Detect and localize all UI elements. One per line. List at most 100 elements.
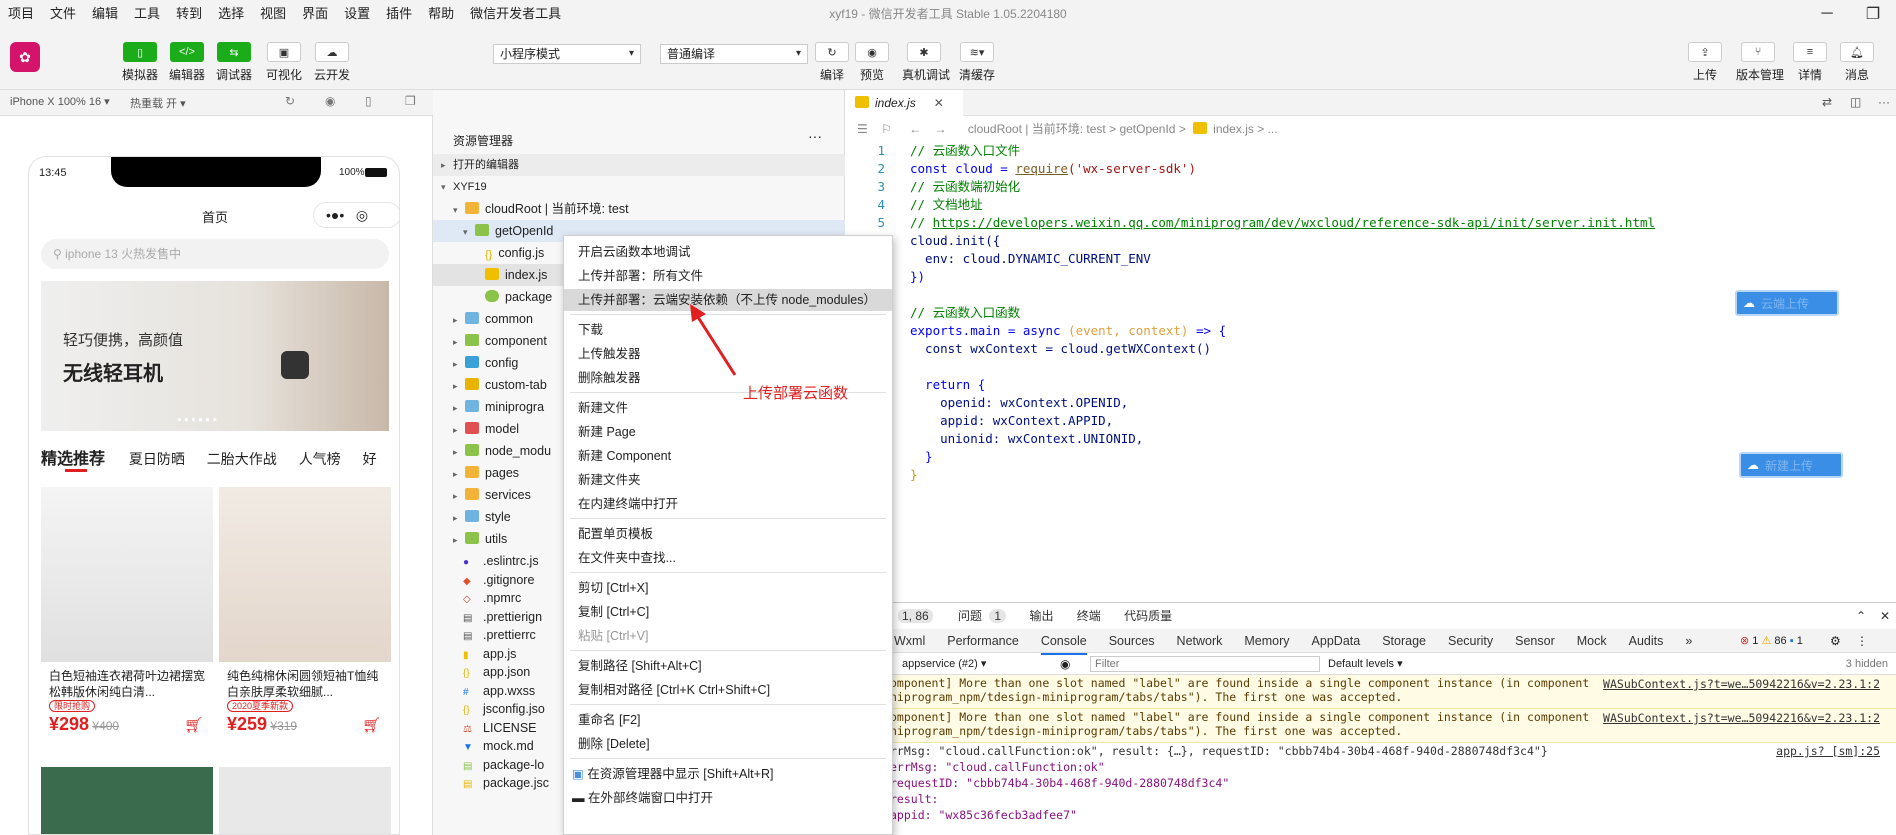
code-line[interactable]: 3// 云函数端初始化 xyxy=(845,178,1020,196)
phone-icon[interactable]: ▯ xyxy=(365,94,372,108)
real-device-debug-button[interactable]: ✱ 真机调试 xyxy=(902,42,950,83)
hotreload-select[interactable]: 热重载 开 ▾ xyxy=(130,95,186,111)
tree-item-folder[interactable]: ▸ utils xyxy=(433,528,507,550)
close-icon[interactable]: ✕ xyxy=(934,96,944,110)
ctx-open-terminal[interactable]: 在内建终端中打开 xyxy=(564,493,892,515)
editor-button[interactable]: </> 编辑器 xyxy=(165,42,209,83)
ctx-copy-path[interactable]: 复制路径 [Shift+Alt+C] xyxy=(564,655,892,677)
tree-item-folder[interactable]: ▸ config xyxy=(433,352,518,374)
details-button[interactable]: ≡ 详情 xyxy=(1788,42,1832,83)
tree-item-folder[interactable]: ▸ custom-tab xyxy=(433,374,547,396)
tree-item-file[interactable]: {} config.js xyxy=(433,242,544,264)
tab-security[interactable]: Security xyxy=(1448,629,1493,653)
tab-output[interactable]: 输出 xyxy=(1029,609,1053,623)
more-tabs-icon[interactable]: » xyxy=(1685,629,1692,653)
tree-item-file[interactable]: ▤ package.jsc xyxy=(433,772,549,794)
error-count-badge[interactable]: 1, 86 xyxy=(898,609,933,623)
menu-settings[interactable]: 设置 xyxy=(336,0,378,28)
code-line[interactable]: }) xyxy=(910,268,925,286)
bookmark-icon[interactable]: ⚐ xyxy=(881,122,892,136)
split-editor-icon[interactable]: ◫ xyxy=(1850,95,1861,109)
code-line[interactable]: exports.main = async (event, context) =>… xyxy=(910,322,1226,340)
ctx-delete[interactable]: 删除 [Delete] xyxy=(564,733,892,755)
tab-wxml[interactable]: Wxml xyxy=(894,629,925,653)
cloud-upload-button[interactable]: ☁ 云端上传 xyxy=(1735,290,1839,316)
tab-memory[interactable]: Memory xyxy=(1244,629,1289,653)
cart-icon[interactable]: 🛒︎ xyxy=(362,716,381,734)
source-link[interactable]: WASubContext.js?t=we…50942216&v=2.23.1:2 xyxy=(1603,677,1880,691)
tree-item-folder[interactable]: ▸ miniprogra xyxy=(433,396,544,418)
banner[interactable]: 轻巧便携，高颜值 无线轻耳机 ● ● ● ● ● ● xyxy=(41,281,389,431)
open-editors-section[interactable]: ▸ 打开的编辑器 xyxy=(433,154,845,176)
tab-terminal[interactable]: 终端 xyxy=(1077,609,1101,623)
ctx-new-page[interactable]: 新建 Page xyxy=(564,421,892,443)
product-card[interactable]: 纯色纯棉休闲圆领短袖T恤纯白亲肤厚柔软细腻... 2020夏季新款 ¥259 ¥… xyxy=(219,487,391,737)
ctx-open-external-terminal[interactable]: ▬ 在外部终端窗口中打开 xyxy=(564,787,892,809)
menu-interface[interactable]: 界面 xyxy=(294,0,336,28)
clear-cache-button[interactable]: ≋▾ 清缓存 xyxy=(955,42,999,83)
tab-sensor[interactable]: Sensor xyxy=(1515,629,1555,653)
code-line[interactable]: } xyxy=(910,466,918,484)
ctx-cut[interactable]: 剪切 [Ctrl+X] xyxy=(564,577,892,599)
tab-audits[interactable]: Audits xyxy=(1629,629,1664,653)
more-icon[interactable]: ··· xyxy=(1878,95,1890,109)
ctx-copy[interactable]: 复制 [Ctrl+C] xyxy=(564,601,892,623)
cloud-upload-button[interactable]: ☁ 新建上传 xyxy=(1739,452,1843,478)
compile-select[interactable]: 普通编译 xyxy=(660,44,808,64)
preview-button[interactable]: ◉ 预览 xyxy=(850,42,894,83)
filter-input[interactable] xyxy=(1090,656,1320,672)
tab-featured[interactable]: 精选推荐 xyxy=(41,451,105,468)
more-icon[interactable]: ··· xyxy=(808,128,822,144)
doc-link[interactable]: https://developers.weixin.qq.com/minipro… xyxy=(933,215,1655,230)
tab-problems[interactable]: 问题 xyxy=(958,609,982,623)
upload-button[interactable]: ⇪ 上传 xyxy=(1683,42,1727,83)
code-line[interactable]: return { xyxy=(910,376,985,394)
tab-performance[interactable]: Performance xyxy=(947,629,1019,653)
tab-storage[interactable]: Storage xyxy=(1382,629,1426,653)
menu-goto[interactable]: 转到 xyxy=(168,0,210,28)
tab-network[interactable]: Network xyxy=(1177,629,1223,653)
tree-item-folder[interactable]: ▸ services xyxy=(433,484,531,506)
tab-appdata[interactable]: AppData xyxy=(1312,629,1361,653)
stop-icon[interactable]: ◉ xyxy=(325,94,335,108)
ctx-new-folder[interactable]: 新建文件夹 xyxy=(564,469,892,491)
context-select[interactable]: appservice (#2) ▾ xyxy=(902,653,986,675)
tree-item-folder[interactable]: ▸ common xyxy=(433,308,533,330)
reload-icon[interactable]: ↻ xyxy=(285,94,295,108)
code-line[interactable]: const wxContext = cloud.getWXContext() xyxy=(910,340,1211,358)
device-select[interactable]: iPhone X 100% 16 ▾ xyxy=(10,95,110,108)
menu-select[interactable]: 选择 xyxy=(210,0,252,28)
ctx-find-in-folder[interactable]: 在文件夹中查找... xyxy=(564,547,892,569)
code-line[interactable]: 5// https://developers.weixin.qq.com/min… xyxy=(845,214,1655,232)
tab-more[interactable]: 好 xyxy=(363,451,377,467)
code-line[interactable]: // 云函数入口函数 xyxy=(910,304,1020,322)
ctx-reveal-explorer[interactable]: ▣ 在资源管理器中显示 [Shift+Alt+R] xyxy=(564,763,892,785)
ctx-page-template[interactable]: 配置单页模板 xyxy=(564,523,892,545)
tab-second-child[interactable]: 二胎大作战 xyxy=(207,451,277,467)
tree-item-folder[interactable]: ▸ component xyxy=(433,330,547,352)
product-card[interactable]: 白色短袖连衣裙荷叶边裙摆宽松韩版休闲纯白清... 限时抢购 ¥298 ¥400 🛒… xyxy=(41,487,213,737)
code-line[interactable]: openid: wxContext.OPENID, xyxy=(910,394,1128,412)
source-link[interactable]: WASubContext.js?t=we…50942216&v=2.23.1:2 xyxy=(1603,711,1880,725)
version-button[interactable]: ⑂ 版本管理 xyxy=(1736,42,1784,83)
compare-icon[interactable]: ⇄ xyxy=(1822,95,1832,109)
mode-select[interactable]: 小程序模式 xyxy=(493,44,641,64)
eye-icon[interactable]: ◉ xyxy=(1060,653,1070,675)
issue-counters[interactable]: ⊗ 1 ⚠ 86 ▪ 1 xyxy=(1740,629,1803,653)
tab-console[interactable]: Console xyxy=(1040,629,1087,655)
minimize-icon[interactable]: ─ xyxy=(1804,0,1850,28)
tab-mock[interactable]: Mock xyxy=(1577,629,1607,653)
code-line[interactable]: 2 const cloud = require('wx-server-sdk') xyxy=(845,160,1196,178)
tree-item-folder[interactable]: ▸ node_modu xyxy=(433,440,551,462)
source-link[interactable]: app.js? [sm]:25 xyxy=(1776,744,1880,758)
breadcrumb-item[interactable]: cloudRoot | 当前环境: test xyxy=(968,122,1106,136)
simulator-button[interactable]: ▯ 模拟器 xyxy=(118,42,162,83)
ctx-paste[interactable]: 粘贴 [Ctrl+V] xyxy=(564,625,892,647)
code-line[interactable]: env: cloud.DYNAMIC_CURRENT_ENV xyxy=(910,250,1151,268)
breadcrumb-item[interactable]: getOpenId xyxy=(1119,122,1175,136)
gear-icon[interactable]: ⚙ xyxy=(1830,629,1841,653)
menu-edit[interactable]: 编辑 xyxy=(84,0,126,28)
tab-popular[interactable]: 人气榜 xyxy=(299,451,341,467)
menu-tools[interactable]: 工具 xyxy=(126,0,168,28)
ctx-local-debug[interactable]: 开启云函数本地调试 xyxy=(564,241,892,263)
